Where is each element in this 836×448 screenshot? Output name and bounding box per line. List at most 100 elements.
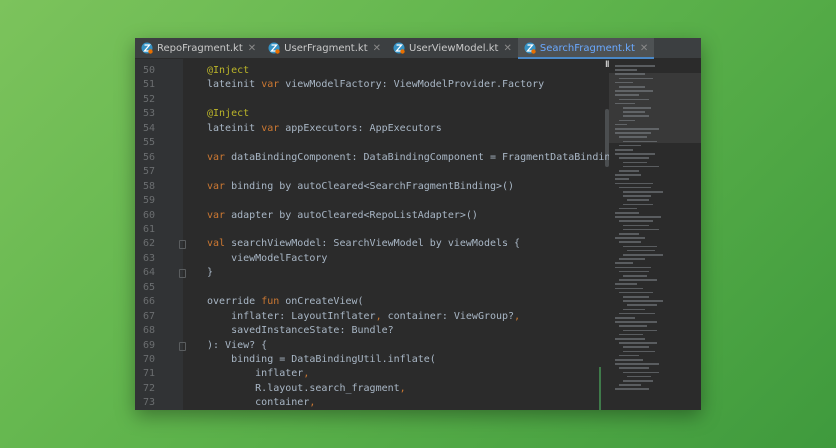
minimap-code-stroke	[623, 245, 657, 248]
minimap-code-stroke	[623, 191, 663, 193]
code-text: savedInstanceState: Bundle?	[207, 324, 394, 338]
code-text: var adapter by autoCleared<RepoListAdapt…	[207, 209, 478, 223]
code-token: ): View? {	[207, 339, 268, 351]
line-number: 68	[142, 325, 155, 337]
keyword-token: val	[207, 238, 226, 250]
minimap-code-stroke	[615, 73, 645, 75]
minimap-code-stroke	[615, 266, 651, 269]
minimap-code-stroke	[615, 182, 653, 185]
close-icon[interactable]: ✕	[248, 43, 256, 54]
tab-repofragment-kt[interactable]: RepoFragment.kt ✕	[135, 38, 262, 58]
minimap-code-stroke	[615, 216, 661, 218]
fold-marker-icon[interactable]	[179, 240, 186, 250]
code-token: }	[207, 267, 214, 279]
minimap-code-stroke	[623, 115, 649, 117]
minimap-code-stroke	[615, 65, 655, 67]
minimap-code-stroke	[615, 81, 633, 84]
kotlin-file-icon	[141, 42, 153, 54]
fold-marker-icon[interactable]	[179, 269, 186, 279]
code-text: lateinit var viewModelFactory: ViewModel…	[207, 78, 544, 92]
tab-label: UserViewModel.kt	[409, 42, 499, 54]
line-number: 55	[142, 137, 155, 149]
line-number: 64	[142, 267, 155, 279]
close-icon[interactable]: ✕	[503, 43, 511, 54]
code-text: val searchViewModel: SearchViewModel by …	[207, 237, 520, 251]
code-text: @Inject	[207, 107, 249, 121]
code-text: inflater: LayoutInflater, container: Vie…	[207, 310, 520, 324]
tab-userviewmodel-kt[interactable]: UserViewModel.kt ✕	[387, 38, 518, 58]
minimap-code-stroke	[623, 107, 651, 109]
line-number: 61	[142, 223, 155, 235]
kotlin-file-icon	[268, 42, 280, 54]
line-number: 62	[142, 238, 155, 250]
minimap-code-stroke	[623, 308, 645, 311]
tab-label: RepoFragment.kt	[157, 42, 243, 54]
code-editor[interactable]: 50 @Inject 51 lateinit var viewModelFactory…	[135, 59, 609, 410]
line-number: 51	[142, 79, 155, 91]
keyword-token: fun	[261, 296, 280, 308]
minimap-code-stroke	[623, 380, 653, 382]
minimap-code-stroke	[615, 363, 659, 365]
minimap-code-stroke	[615, 178, 629, 180]
minimap-code-stroke	[619, 354, 639, 357]
line-number: 59	[142, 195, 155, 207]
minimap-code-stroke	[623, 224, 649, 227]
code-token: adapter by autoCleared<RepoListAdapter>(…	[225, 209, 478, 221]
code-token: container: ViewGroup?	[381, 310, 515, 322]
minimap-code-stroke	[619, 98, 649, 101]
code-text: override fun onCreateView(	[207, 295, 364, 309]
minimap-code-stroke	[623, 275, 647, 277]
tab-label: SearchFragment.kt	[539, 42, 635, 54]
line-number: 65	[142, 281, 155, 293]
keyword-token: var	[261, 122, 280, 134]
code-minimap[interactable]	[609, 59, 701, 410]
line-number: 72	[142, 382, 155, 394]
minimap-code-stroke	[619, 325, 647, 327]
minimap-code-stroke	[627, 304, 657, 306]
code-text: ): View? {	[207, 339, 267, 353]
line-number: 73	[142, 397, 155, 409]
minimap-code-stroke	[615, 94, 639, 96]
code-token: appExecutors: AppExecutors	[279, 122, 442, 134]
minimap-code-stroke	[619, 157, 649, 159]
minimap-code-stroke	[623, 329, 657, 332]
keyword-token: var	[207, 151, 226, 163]
minimap-code-stroke	[623, 296, 649, 298]
code-token: lateinit	[207, 79, 262, 91]
close-icon[interactable]: ✕	[373, 43, 381, 54]
code-text: binding = DataBindingUtil.inflate(	[207, 353, 436, 367]
line-number: 53	[142, 108, 155, 120]
line-number: 66	[142, 296, 155, 308]
code-token: viewModelFactory	[207, 252, 328, 264]
tab-userfragment-kt[interactable]: UserFragment.kt ✕	[262, 38, 387, 58]
line-number: 70	[142, 354, 155, 365]
code-text: var dataBindingComponent: DataBindingCom…	[207, 151, 609, 165]
minimap-code-stroke	[615, 359, 643, 361]
minimap-code-stroke	[619, 220, 653, 222]
line-number: 56	[142, 151, 155, 163]
line-number: 63	[142, 252, 155, 264]
minimap-code-stroke	[615, 153, 655, 155]
line-number: 52	[142, 93, 155, 105]
kotlin-file-icon	[524, 42, 536, 54]
fold-marker-icon[interactable]	[179, 341, 186, 351]
minimap-code-stroke	[615, 388, 649, 390]
minimap-code-stroke	[627, 199, 649, 201]
minimap-code-stroke	[615, 283, 637, 285]
minimap-code-stroke	[619, 86, 645, 88]
code-token: searchViewModel: SearchViewModel by view…	[225, 238, 521, 250]
minimap-code-stroke	[623, 346, 649, 348]
minimap-code-stroke	[627, 249, 655, 252]
keyword-token: var	[261, 79, 280, 91]
code-token: binding by autoCleared<SearchFragmentBin…	[225, 180, 515, 192]
minimap-code-stroke	[623, 203, 653, 206]
code-token: override	[207, 296, 262, 308]
minimap-code-stroke	[619, 270, 649, 273]
line-number: 54	[142, 122, 155, 134]
minimap-code-stroke	[623, 111, 645, 113]
minimap-code-stroke	[615, 321, 657, 323]
tab-searchfragment-kt[interactable]: SearchFragment.kt ✕	[517, 38, 655, 59]
line-number: 58	[142, 180, 155, 192]
close-icon[interactable]: ✕	[640, 43, 648, 54]
minimap-code-stroke	[615, 128, 659, 130]
